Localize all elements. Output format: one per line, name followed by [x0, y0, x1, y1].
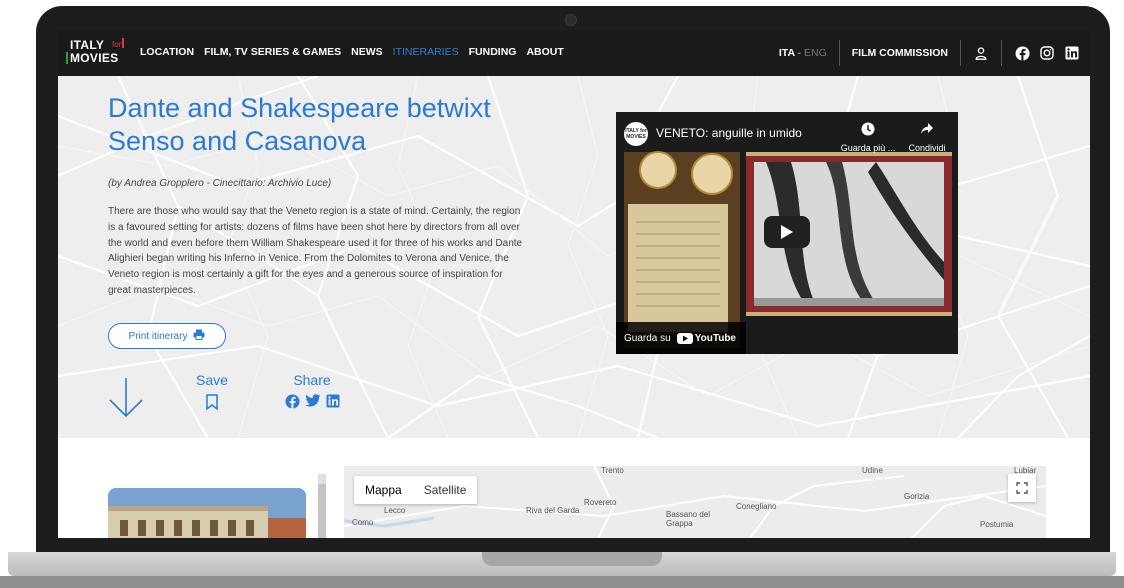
facebook-icon[interactable]	[1014, 45, 1030, 61]
share-linkedin-icon[interactable]	[326, 394, 340, 414]
lang-eng[interactable]: ENG	[804, 47, 827, 59]
nav-divider	[838, 40, 840, 66]
play-button[interactable]	[764, 216, 810, 248]
share-icons	[284, 394, 340, 414]
logo-accent-green	[66, 52, 68, 64]
map-label-trento: Trento	[601, 466, 624, 475]
youtube-play-logo-icon	[676, 332, 693, 344]
nav-divider	[960, 40, 961, 66]
map-tab-map[interactable]: Mappa	[354, 476, 413, 504]
logo-text-for: for	[112, 40, 122, 49]
linkedin-icon[interactable]	[1064, 45, 1080, 61]
watch-later-label: Guarda più ...	[840, 143, 896, 153]
lang-separator: -	[794, 47, 804, 59]
instagram-icon[interactable]	[1039, 45, 1055, 61]
laptop-foot	[0, 576, 1124, 588]
watch-on-label: Guarda su	[624, 332, 671, 344]
nav-item-about[interactable]: ABOUT	[526, 46, 563, 58]
print-itinerary-button[interactable]: Print itinerary	[108, 323, 226, 349]
list-scrollbar[interactable]	[318, 474, 326, 538]
share-facebook-icon[interactable]	[284, 394, 300, 414]
save-action[interactable]: Save	[192, 372, 232, 415]
map-label-lubiar: Lubiar	[1014, 466, 1037, 475]
map-label-riva-del-garda: Riva del Garda	[526, 506, 580, 515]
youtube-video-embed[interactable]: ITALY for MOVIES VENETO: anguille in umi…	[616, 112, 958, 354]
lang-ita[interactable]: ITA	[779, 47, 795, 59]
map-label-bassano: Bassano del Grappa	[666, 510, 711, 528]
intro-paragraph: There are those who would say that the V…	[108, 206, 523, 296]
youtube-wordmark: YouTube	[694, 332, 736, 344]
video-share-button[interactable]: Condividi	[902, 122, 952, 153]
bookmark-icon[interactable]	[206, 394, 218, 414]
video-title[interactable]: VENETO: anguille in umido	[656, 126, 802, 140]
nav-item-funding[interactable]: FUNDING	[469, 46, 517, 58]
laptop-notch	[482, 552, 662, 566]
user-icon[interactable]	[973, 45, 989, 61]
watch-later-button[interactable]: Guarda più ...	[838, 122, 898, 153]
youtube-logo: YouTube	[676, 332, 736, 344]
logo-accent-red	[122, 38, 124, 48]
share-twitter-icon[interactable]	[304, 394, 321, 414]
film-commission-link[interactable]: FILM COMMISSION	[852, 47, 948, 59]
printer-icon	[193, 329, 205, 343]
main-menu: LOCATION FILM, TV SERIES & GAMES NEWS IT…	[140, 46, 564, 58]
page-title: Dante and Shakespeare betwixt Senso and …	[108, 93, 491, 156]
nav-item-news[interactable]: NEWS	[351, 46, 383, 58]
scrollbar-thumb[interactable]	[318, 484, 326, 538]
scroll-down-arrow-icon[interactable]	[108, 376, 144, 420]
nav-item-location[interactable]: LOCATION	[140, 46, 194, 58]
itinerary-map-section: Mappa Satellite Trento Udine Lubiar Rove…	[58, 438, 1090, 538]
clock-icon	[861, 122, 875, 136]
nav-right-group: ITA - ENG FILM COMMISSION	[779, 30, 1080, 76]
hero-section: Dante and Shakespeare betwixt Senso and …	[58, 76, 1090, 438]
fullscreen-button[interactable]	[1008, 474, 1036, 502]
nav-item-films[interactable]: FILM, TV SERIES & GAMES	[204, 46, 341, 58]
itinerary-map[interactable]: Mappa Satellite Trento Udine Lubiar Rove…	[344, 466, 1046, 538]
browser-screen: ITALY for MOVIES LOCATION FILM, TV SERIE…	[58, 30, 1090, 538]
map-type-toggle: Mappa Satellite	[354, 476, 478, 504]
author-byline: (by Andrea Gropplero - Cinecittario: Arc…	[108, 178, 332, 189]
nav-item-itineraries[interactable]: ITINERARIES	[393, 46, 459, 58]
nav-divider	[1001, 40, 1002, 66]
map-label-postumia: Postumia	[980, 520, 1014, 529]
map-label-gorizia: Gorizia	[904, 492, 930, 501]
social-links	[1014, 45, 1080, 61]
map-label-conegliano: Conegliano	[736, 502, 777, 511]
map-label-como: Como	[352, 518, 374, 527]
map-label-lecco: Lecco	[384, 506, 406, 515]
share-action: Share	[284, 372, 340, 414]
logo-text-italy: ITALY	[70, 38, 105, 52]
fullscreen-icon	[1016, 482, 1028, 494]
webcam	[565, 14, 577, 26]
map-label-udine: Udine	[862, 466, 883, 475]
building-photo	[108, 488, 306, 538]
print-itinerary-label: Print itinerary	[128, 330, 188, 342]
logo-text-movies: MOVIES	[70, 51, 119, 65]
site-logo[interactable]: ITALY for MOVIES	[66, 38, 130, 70]
top-navbar: ITALY for MOVIES LOCATION FILM, TV SERIE…	[58, 30, 1090, 76]
share-label: Share	[293, 372, 331, 388]
save-label: Save	[196, 372, 228, 388]
language-switcher: ITA - ENG	[779, 47, 827, 59]
play-icon	[781, 225, 793, 239]
map-label-rovereto: Rovereto	[584, 498, 617, 507]
map-tab-satellite[interactable]: Satellite	[413, 476, 478, 504]
share-arrow-icon	[921, 123, 933, 134]
video-share-label: Condividi	[908, 143, 946, 153]
channel-avatar[interactable]: ITALY for MOVIES	[624, 122, 648, 146]
watch-on-youtube-bar[interactable]: Guarda su YouTube	[616, 322, 746, 354]
location-thumbnail[interactable]	[108, 488, 306, 538]
